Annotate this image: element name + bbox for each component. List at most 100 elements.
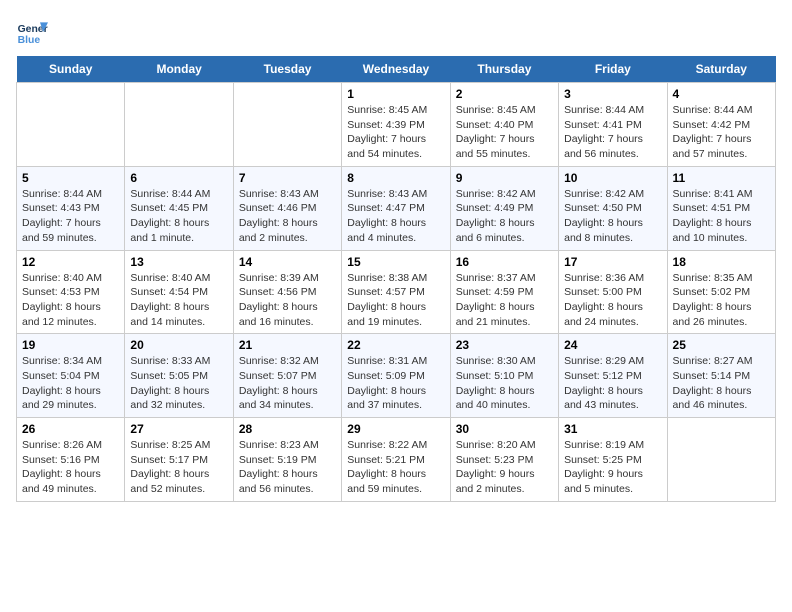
day-info: Sunrise: 8:19 AM Sunset: 5:25 PM Dayligh… (564, 438, 661, 497)
calendar-cell: 26 Sunrise: 8:26 AM Sunset: 5:16 PM Dayli… (17, 418, 125, 502)
day-info: Sunrise: 8:44 AM Sunset: 4:41 PM Dayligh… (564, 103, 661, 162)
calendar-cell: 20 Sunrise: 8:33 AM Sunset: 5:05 PM Dayli… (125, 334, 233, 418)
calendar-cell: 24Sunrise: 8:29 AM Sunset: 5:12 PM Dayli… (559, 334, 667, 418)
calendar-cell: 11Sunrise: 8:41 AM Sunset: 4:51 PM Dayli… (667, 166, 775, 250)
day-info: Sunrise: 8:23 AM Sunset: 5:19 PM Dayligh… (239, 438, 336, 497)
day-info: Sunrise: 8:38 AM Sunset: 4:57 PM Dayligh… (347, 271, 444, 330)
day-number: 8 (347, 171, 444, 185)
day-info: Sunrise: 8:27 AM Sunset: 5:14 PM Dayligh… (673, 354, 770, 413)
calendar-week-row: 12 Sunrise: 8:40 AM Sunset: 4:53 PM Dayli… (17, 250, 776, 334)
day-number: 7 (239, 171, 336, 185)
day-number: 12 (22, 255, 119, 269)
calendar-cell: 18 Sunrise: 8:35 AM Sunset: 5:02 PM Dayli… (667, 250, 775, 334)
day-number: 30 (456, 422, 553, 436)
calendar-cell: 15Sunrise: 8:38 AM Sunset: 4:57 PM Dayli… (342, 250, 450, 334)
day-number: 28 (239, 422, 336, 436)
day-info: Sunrise: 8:45 AM Sunset: 4:39 PM Dayligh… (347, 103, 444, 162)
day-number: 14 (239, 255, 336, 269)
calendar-cell: 3 Sunrise: 8:44 AM Sunset: 4:41 PM Daylig… (559, 83, 667, 167)
calendar-cell: 9 Sunrise: 8:42 AM Sunset: 4:49 PM Daylig… (450, 166, 558, 250)
calendar-cell: 6 Sunrise: 8:44 AM Sunset: 4:45 PM Daylig… (125, 166, 233, 250)
calendar-cell: 16 Sunrise: 8:37 AM Sunset: 4:59 PM Dayli… (450, 250, 558, 334)
day-info: Sunrise: 8:43 AM Sunset: 4:46 PM Dayligh… (239, 187, 336, 246)
calendar-header-row: SundayMondayTuesdayWednesdayThursdayFrid… (17, 56, 776, 83)
day-info: Sunrise: 8:36 AM Sunset: 5:00 PM Dayligh… (564, 271, 661, 330)
day-number: 3 (564, 87, 661, 101)
day-info: Sunrise: 8:44 AM Sunset: 4:43 PM Dayligh… (22, 187, 119, 246)
page-header: General Blue (16, 16, 776, 48)
day-info: Sunrise: 8:32 AM Sunset: 5:07 PM Dayligh… (239, 354, 336, 413)
day-info: Sunrise: 8:31 AM Sunset: 5:09 PM Dayligh… (347, 354, 444, 413)
day-number: 2 (456, 87, 553, 101)
calendar-cell: 23 Sunrise: 8:30 AM Sunset: 5:10 PM Dayli… (450, 334, 558, 418)
calendar-week-row: 26 Sunrise: 8:26 AM Sunset: 5:16 PM Dayli… (17, 418, 776, 502)
day-number: 16 (456, 255, 553, 269)
day-number: 22 (347, 338, 444, 352)
day-info: Sunrise: 8:44 AM Sunset: 4:42 PM Dayligh… (673, 103, 770, 162)
calendar-cell: 21 Sunrise: 8:32 AM Sunset: 5:07 PM Dayli… (233, 334, 341, 418)
day-number: 17 (564, 255, 661, 269)
day-info: Sunrise: 8:37 AM Sunset: 4:59 PM Dayligh… (456, 271, 553, 330)
day-info: Sunrise: 8:25 AM Sunset: 5:17 PM Dayligh… (130, 438, 227, 497)
calendar-cell: 5 Sunrise: 8:44 AM Sunset: 4:43 PM Daylig… (17, 166, 125, 250)
day-number: 31 (564, 422, 661, 436)
weekday-header: Monday (125, 56, 233, 83)
calendar-cell: 13Sunrise: 8:40 AM Sunset: 4:54 PM Dayli… (125, 250, 233, 334)
logo: General Blue (16, 16, 48, 48)
weekday-header: Tuesday (233, 56, 341, 83)
day-number: 18 (673, 255, 770, 269)
calendar-cell: 19 Sunrise: 8:34 AM Sunset: 5:04 PM Dayli… (17, 334, 125, 418)
calendar-cell: 10Sunrise: 8:42 AM Sunset: 4:50 PM Dayli… (559, 166, 667, 250)
calendar-cell (17, 83, 125, 167)
day-number: 23 (456, 338, 553, 352)
calendar-cell: 29Sunrise: 8:22 AM Sunset: 5:21 PM Dayli… (342, 418, 450, 502)
calendar-cell (667, 418, 775, 502)
day-info: Sunrise: 8:33 AM Sunset: 5:05 PM Dayligh… (130, 354, 227, 413)
weekday-header: Wednesday (342, 56, 450, 83)
day-info: Sunrise: 8:26 AM Sunset: 5:16 PM Dayligh… (22, 438, 119, 497)
day-number: 19 (22, 338, 119, 352)
day-info: Sunrise: 8:43 AM Sunset: 4:47 PM Dayligh… (347, 187, 444, 246)
calendar-week-row: 19 Sunrise: 8:34 AM Sunset: 5:04 PM Dayli… (17, 334, 776, 418)
day-number: 20 (130, 338, 227, 352)
weekday-header: Saturday (667, 56, 775, 83)
day-number: 24 (564, 338, 661, 352)
calendar-week-row: 1 Sunrise: 8:45 AM Sunset: 4:39 PM Daylig… (17, 83, 776, 167)
day-number: 5 (22, 171, 119, 185)
calendar-cell: 4 Sunrise: 8:44 AM Sunset: 4:42 PM Daylig… (667, 83, 775, 167)
calendar-cell: 22 Sunrise: 8:31 AM Sunset: 5:09 PM Dayli… (342, 334, 450, 418)
calendar-cell: 31 Sunrise: 8:19 AM Sunset: 5:25 PM Dayli… (559, 418, 667, 502)
weekday-header: Thursday (450, 56, 558, 83)
calendar-cell: 25Sunrise: 8:27 AM Sunset: 5:14 PM Dayli… (667, 334, 775, 418)
calendar-cell: 7 Sunrise: 8:43 AM Sunset: 4:46 PM Daylig… (233, 166, 341, 250)
day-number: 9 (456, 171, 553, 185)
day-info: Sunrise: 8:41 AM Sunset: 4:51 PM Dayligh… (673, 187, 770, 246)
day-number: 4 (673, 87, 770, 101)
calendar-cell: 17 Sunrise: 8:36 AM Sunset: 5:00 PM Dayli… (559, 250, 667, 334)
calendar-cell: 2 Sunrise: 8:45 AM Sunset: 4:40 PM Daylig… (450, 83, 558, 167)
day-number: 27 (130, 422, 227, 436)
day-info: Sunrise: 8:40 AM Sunset: 4:53 PM Dayligh… (22, 271, 119, 330)
calendar-cell: 30 Sunrise: 8:20 AM Sunset: 5:23 PM Dayli… (450, 418, 558, 502)
calendar-table: SundayMondayTuesdayWednesdayThursdayFrid… (16, 56, 776, 502)
day-number: 1 (347, 87, 444, 101)
day-info: Sunrise: 8:42 AM Sunset: 4:49 PM Dayligh… (456, 187, 553, 246)
day-info: Sunrise: 8:20 AM Sunset: 5:23 PM Dayligh… (456, 438, 553, 497)
day-info: Sunrise: 8:39 AM Sunset: 4:56 PM Dayligh… (239, 271, 336, 330)
day-info: Sunrise: 8:34 AM Sunset: 5:04 PM Dayligh… (22, 354, 119, 413)
day-info: Sunrise: 8:22 AM Sunset: 5:21 PM Dayligh… (347, 438, 444, 497)
calendar-cell: 28 Sunrise: 8:23 AM Sunset: 5:19 PM Dayli… (233, 418, 341, 502)
calendar-cell: 12 Sunrise: 8:40 AM Sunset: 4:53 PM Dayli… (17, 250, 125, 334)
day-info: Sunrise: 8:45 AM Sunset: 4:40 PM Dayligh… (456, 103, 553, 162)
day-number: 21 (239, 338, 336, 352)
day-number: 26 (22, 422, 119, 436)
calendar-week-row: 5 Sunrise: 8:44 AM Sunset: 4:43 PM Daylig… (17, 166, 776, 250)
weekday-header: Friday (559, 56, 667, 83)
day-number: 6 (130, 171, 227, 185)
day-number: 10 (564, 171, 661, 185)
day-info: Sunrise: 8:44 AM Sunset: 4:45 PM Dayligh… (130, 187, 227, 246)
weekday-header: Sunday (17, 56, 125, 83)
day-info: Sunrise: 8:35 AM Sunset: 5:02 PM Dayligh… (673, 271, 770, 330)
calendar-cell (233, 83, 341, 167)
day-info: Sunrise: 8:30 AM Sunset: 5:10 PM Dayligh… (456, 354, 553, 413)
